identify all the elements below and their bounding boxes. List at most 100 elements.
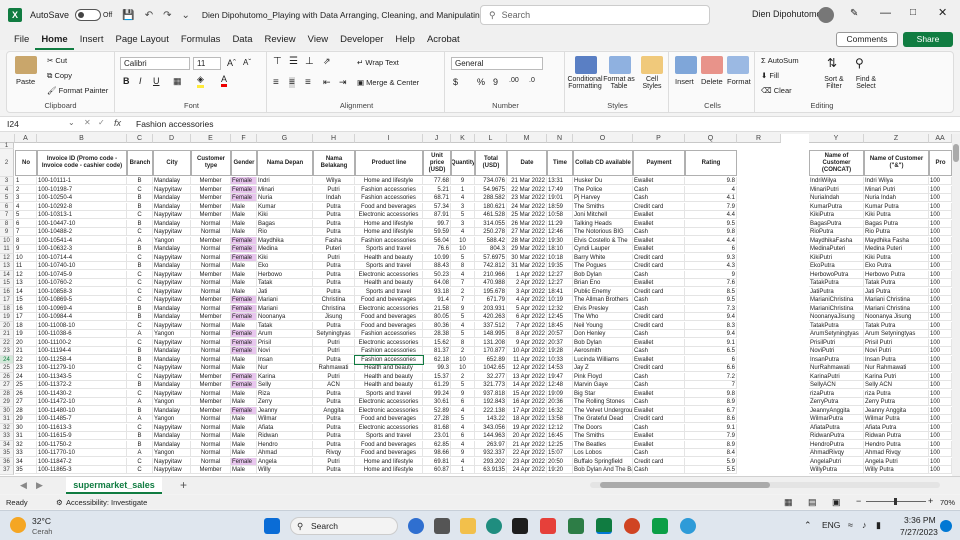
table-cell[interactable]: 6 <box>15 219 37 228</box>
conditional-formatting-icon[interactable] <box>575 56 597 74</box>
table-cell[interactable]: 250.278 <box>475 228 507 237</box>
table-cell[interactable]: Buffalo Springfield <box>573 457 633 466</box>
table-cell[interactable]: Female <box>231 236 257 245</box>
table-cell[interactable]: Member <box>191 406 231 415</box>
table-cell[interactable]: Naypyitaw <box>153 466 191 475</box>
table-cell[interactable]: Normal <box>191 389 231 398</box>
table-cell[interactable]: The Beatles <box>573 440 633 449</box>
align-right-icon[interactable]: ≡ <box>305 77 311 88</box>
table-cell[interactable]: Zerry Putra <box>864 398 929 407</box>
tab-home[interactable]: Home <box>35 30 74 50</box>
table-cell[interactable]: Cash <box>633 381 685 390</box>
table-cell[interactable]: 652.89 <box>475 355 507 364</box>
table-cell[interactable]: Male <box>231 279 257 288</box>
table-cell[interactable]: C <box>127 389 153 398</box>
font-color-icon[interactable]: A <box>221 74 228 87</box>
row-header[interactable]: 19 <box>0 313 14 322</box>
table-cell[interactable]: 4.4 <box>685 236 737 245</box>
sort-filter-button[interactable]: Sort & Filter <box>819 76 849 90</box>
table-cell[interactable]: Cash <box>633 347 685 356</box>
table-cell[interactable]: The Pogues <box>573 262 633 271</box>
table-cell[interactable]: 68.71 <box>423 194 451 203</box>
orientation-icon[interactable]: ⇗ <box>323 56 331 67</box>
table-cell[interactable]: Member <box>191 211 231 220</box>
column-header-aa[interactable]: AA <box>929 134 952 143</box>
search-box[interactable]: ⚲ Search <box>480 5 710 25</box>
table-cell[interactable]: Yangon <box>153 330 191 339</box>
table-cell[interactable]: Christina <box>313 304 355 313</box>
table-cell[interactable]: Ewallet <box>633 236 685 245</box>
table-cell[interactable]: Christina <box>313 296 355 305</box>
row-header[interactable]: 9 <box>0 228 14 237</box>
fill-button[interactable]: ⬇ Fill <box>761 71 779 80</box>
wrap-text-button[interactable]: ↵ Wrap Text <box>357 58 399 67</box>
table-cell[interactable]: Home and lifestyle <box>355 177 423 186</box>
table-cell[interactable]: Public Enemy <box>573 287 633 296</box>
table-cell[interactable]: 9 <box>685 270 737 279</box>
table-cell[interactable]: 192.843 <box>475 398 507 407</box>
table-cell[interactable]: Naypyitaw <box>153 372 191 381</box>
start-icon[interactable] <box>264 518 280 534</box>
table-cell[interactable]: 12:48 <box>547 381 573 390</box>
weather-desc[interactable]: Cerah <box>32 527 52 536</box>
table-cell[interactable]: Naypyitaw <box>153 296 191 305</box>
table-cell[interactable]: 100-10632-3 <box>37 245 127 254</box>
increase-decimal-icon[interactable]: .00 <box>509 77 519 84</box>
table-cell[interactable]: 100-11343-5 <box>37 372 127 381</box>
table-cell[interactable]: Rio Putra <box>864 228 929 237</box>
table-cell[interactable]: Mandalay <box>153 194 191 203</box>
format-button[interactable]: Format <box>727 77 751 86</box>
percent-icon[interactable]: % <box>477 77 485 87</box>
table-cell[interactable]: 12:27 <box>547 270 573 279</box>
table-cell[interactable]: 19:28 <box>547 347 573 356</box>
table-cell[interactable]: Home and lifestyle <box>355 457 423 466</box>
table-cell[interactable]: 170.877 <box>475 347 507 356</box>
table-cell[interactable]: 57.34 <box>423 202 451 211</box>
table-cell[interactable]: 100-10292-8 <box>37 202 127 211</box>
table-cell[interactable]: Normal <box>191 219 231 228</box>
table-cell[interactable]: Naypyitaw <box>153 185 191 194</box>
table-cell[interactable]: Normal <box>191 287 231 296</box>
table-cell[interactable]: 10:19 <box>547 296 573 305</box>
table-cell[interactable]: Member <box>191 372 231 381</box>
table-cell[interactable]: 22 Apr 2022 <box>507 449 547 458</box>
table-cell[interactable]: Putra <box>313 440 355 449</box>
table-cell[interactable]: ArumSetyningtyas <box>809 330 864 339</box>
table-cell[interactable]: 18:45 <box>547 321 573 330</box>
table-cell[interactable]: Ridwan Putra <box>864 432 929 441</box>
table-cell[interactable]: 100-11847-2 <box>37 457 127 466</box>
language-indicator[interactable]: ENG <box>822 520 840 530</box>
table-cell[interactable]: 4 <box>451 457 475 466</box>
table-cell[interactable]: Normal <box>191 228 231 237</box>
table-cell[interactable]: Fashion accessories <box>355 194 423 203</box>
table-cell[interactable]: 98.66 <box>423 449 451 458</box>
table-cell[interactable]: 10 <box>451 236 475 245</box>
table-cell[interactable]: 100-11258-4 <box>37 355 127 364</box>
table-cell[interactable]: 100-11865-3 <box>37 466 127 475</box>
table-cell[interactable]: 81.37 <box>423 347 451 356</box>
table-cell[interactable]: 19:01 <box>547 194 573 203</box>
table-cell[interactable]: Normal <box>191 423 231 432</box>
row-header[interactable]: 15 <box>0 279 14 288</box>
table-cell[interactable]: Female <box>231 347 257 356</box>
table-cell[interactable]: 100 <box>929 262 952 271</box>
table-cell[interactable]: Putri <box>313 338 355 347</box>
table-cell[interactable]: Credit card <box>633 321 685 330</box>
table-cell[interactable]: Credit card <box>633 202 685 211</box>
table-cell[interactable]: Normal <box>191 457 231 466</box>
table-cell[interactable]: InsanPutra <box>809 355 864 364</box>
table-cell[interactable]: 9.1 <box>685 423 737 432</box>
row-header[interactable]: 37 <box>0 466 14 475</box>
table-cell[interactable]: Health and beauty <box>355 381 423 390</box>
table-cell[interactable]: Putri <box>313 253 355 262</box>
table-cell[interactable]: JeannyAnggita <box>809 406 864 415</box>
table-cell[interactable]: 131.208 <box>475 338 507 347</box>
table-cell[interactable]: Credit card <box>633 313 685 322</box>
table-cell[interactable]: Member <box>191 296 231 305</box>
table-cell[interactable]: Member <box>191 236 231 245</box>
table-cell[interactable]: 12:25 <box>547 440 573 449</box>
table-cell[interactable]: 1 <box>451 466 475 475</box>
table-cell[interactable]: Afiata Putra <box>864 423 929 432</box>
table-cell[interactable]: The Rolling Stones <box>573 398 633 407</box>
table-cell[interactable]: 13:31 <box>547 177 573 186</box>
